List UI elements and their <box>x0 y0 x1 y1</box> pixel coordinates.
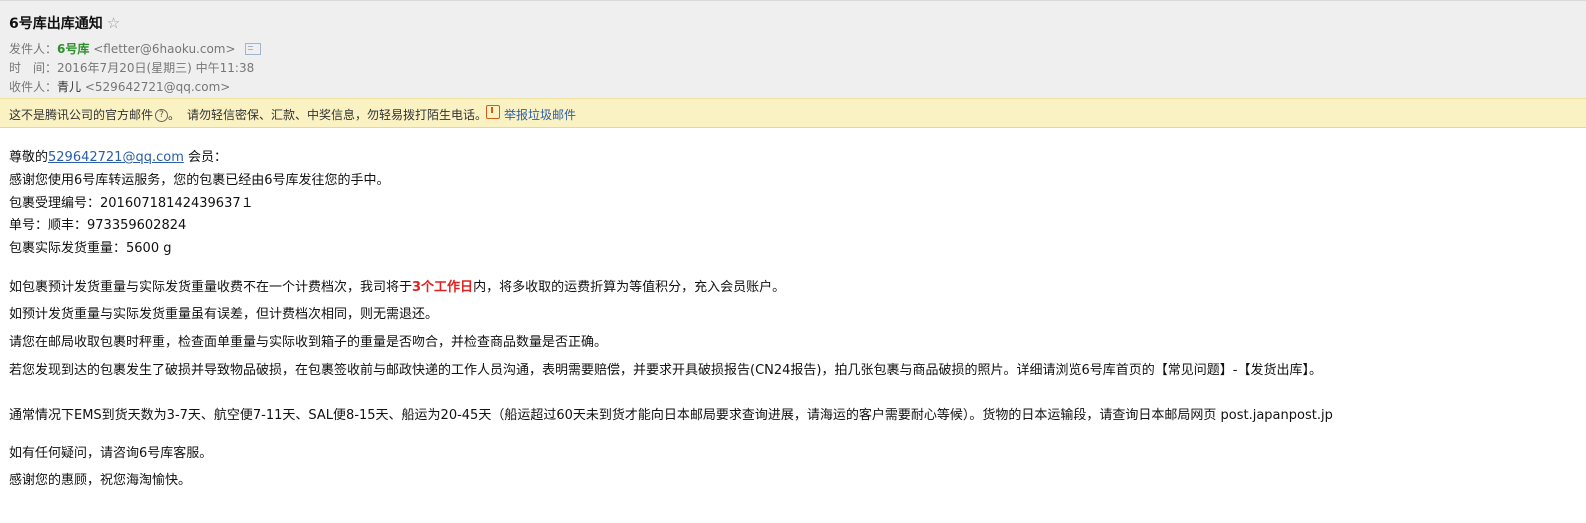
to-label: 收件人： <box>9 80 58 94</box>
from-name[interactable]: 6号库 <box>57 42 89 56</box>
tracking-line: 单号：顺丰：973359602824 <box>9 218 187 233</box>
refund-highlight: 3个工作日 <box>412 280 474 295</box>
star-icon[interactable]: ☆ <box>107 14 120 32</box>
to-name[interactable]: 青儿 <box>57 80 81 94</box>
warning-notice-text: 这不是腾讯公司的官方邮件 <box>9 108 154 122</box>
refund-text-b: 内，将多收取的运费折算为等值积分，充入会员账户。 <box>473 280 786 295</box>
from-label: 发件人： <box>9 42 58 56</box>
refund-text-a: 如包裹预计发货重量与实际发货重量收费不在一个计费档次，我司将于 <box>9 280 413 295</box>
greeting-suffix: 会员： <box>183 150 227 165</box>
warning-notice-end: 。 <box>168 108 181 122</box>
contact-paragraph: 如有任何疑问，请咨询6号库客服。 <box>9 446 213 461</box>
no-refund-paragraph: 如预计发货重量与实际发货重量虽有误差，但计费档次相同，则无需退还。 <box>9 307 439 322</box>
email-header: 6号库出库通知 ☆ 发件人：6号库 <fletter@6haoku.com> 时 … <box>0 0 1586 99</box>
contact-card-icon[interactable] <box>245 42 262 55</box>
greeting-line: 尊敬的529642721@qq.com 会员： <box>9 146 227 165</box>
from-address[interactable]: <fletter@6haoku.com> <box>93 42 235 56</box>
thanks-line: 感谢您使用6号库转运服务，您的包裹已经由6号库发往您的手中。 <box>9 173 390 188</box>
damage-paragraph: 若您发现到达的包裹发生了破损并导致物品破损，在包裹签收前与邮政快递的工作人员沟通… <box>9 363 1322 378</box>
greeting-prefix: 尊敬的 <box>9 150 49 165</box>
report-spam-link[interactable]: 举报垃圾邮件 <box>504 106 576 123</box>
package-id-line: 包裹受理编号：20160718142439637１ <box>9 196 254 211</box>
weight-line: 包裹实际发货重量：5600 g <box>9 241 172 256</box>
warning-advice: 请勿轻信密保、汇款、中奖信息，勿轻易拨打陌生电话。 <box>187 108 488 122</box>
subject-text: 6号库出库通知 <box>9 16 103 32</box>
time-value: 2016年7月20日(星期三) 中午11:38 <box>57 61 255 75</box>
refund-paragraph: 如包裹预计发货重量与实际发货重量收费不在一个计费档次，我司将于3个工作日内，将多… <box>9 276 785 295</box>
report-spam-icon[interactable] <box>486 105 500 119</box>
greeting-email-link[interactable]: 529642721@qq.com <box>48 150 184 165</box>
shipping-time-paragraph: 通常情况下EMS到货天数为3-7天、航空便7-11天、SAL便8-15天、船运为… <box>9 408 1333 423</box>
security-warning-bar: 这不是腾讯公司的官方邮件?。 请勿轻信密保、汇款、中奖信息，勿轻易拨打陌生电话。… <box>0 98 1586 128</box>
closing-paragraph: 感谢您的惠顾，祝您海淘愉快。 <box>9 473 192 488</box>
question-icon[interactable]: ? <box>155 109 169 122</box>
to-row: 收件人：青儿 <529642721@qq.com> <box>9 78 230 95</box>
warning-notice: 这不是腾讯公司的官方邮件?。 <box>9 106 180 123</box>
time-label: 时 间： <box>9 61 58 75</box>
from-row: 发件人：6号库 <fletter@6haoku.com> <box>9 40 262 57</box>
to-address[interactable]: <529642721@qq.com> <box>85 80 231 94</box>
email-subject: 6号库出库通知 ☆ <box>9 13 120 33</box>
weigh-paragraph: 请您在邮局收取包裹时秤重，检查面单重量与实际收到箱子的重量是否吻合，并检查商品数… <box>9 335 608 350</box>
time-row: 时 间：2016年7月20日(星期三) 中午11:38 <box>9 59 254 76</box>
